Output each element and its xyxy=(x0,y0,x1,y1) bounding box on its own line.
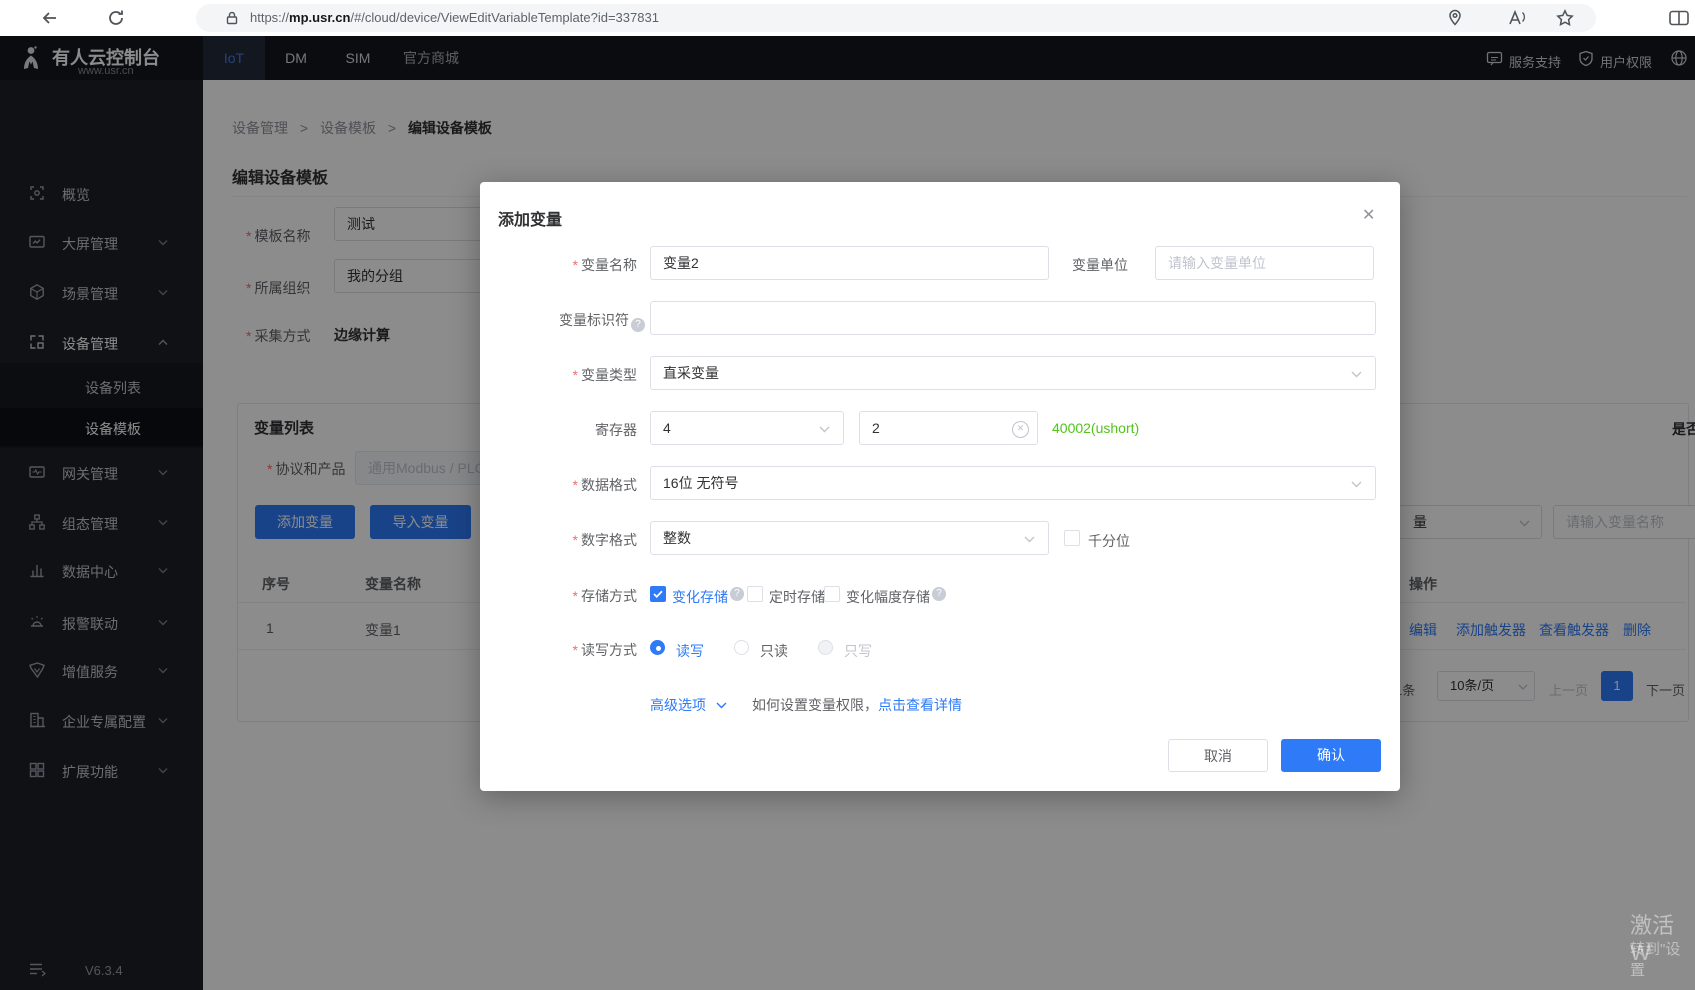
browser-chrome: https://mp.usr.cn/#/cloud/device/ViewEdi… xyxy=(0,0,1695,36)
change-storage-label[interactable]: 变化存储 xyxy=(672,587,728,607)
readonly-radio[interactable] xyxy=(734,640,749,655)
variable-unit-label: 变量单位 xyxy=(1031,255,1128,275)
register-area-select[interactable]: 4 xyxy=(650,411,844,445)
dialog-title: 添加变量 xyxy=(498,206,562,230)
chevron-down-icon xyxy=(819,426,830,433)
amplitude-storage-label[interactable]: 变化幅度存储 xyxy=(846,587,930,607)
windows-activation-watermark-line2: 转到"设置 xyxy=(1630,938,1695,980)
split-screen-icon[interactable] xyxy=(1668,8,1690,28)
data-format-select[interactable]: 16位 无符号 xyxy=(650,466,1376,500)
favorite-star-icon[interactable] xyxy=(1555,8,1575,28)
register-hint: 40002(ushort) xyxy=(1052,420,1139,436)
url-path: /#/cloud/device/ViewEditVariableTemplate… xyxy=(350,10,658,25)
cancel-button[interactable]: 取消 xyxy=(1168,739,1268,772)
variable-name-label: *变量名称 xyxy=(497,255,637,275)
register-label: 寄存器 xyxy=(497,420,637,440)
writeonly-option-label: 只写 xyxy=(844,641,872,661)
chevron-down-icon xyxy=(716,702,727,709)
confirm-button[interactable]: 确认 xyxy=(1281,739,1381,772)
clear-icon[interactable]: ✕ xyxy=(1012,421,1029,438)
register-address-input[interactable]: 2 ✕ xyxy=(859,411,1038,445)
help-icon[interactable]: ? xyxy=(932,587,946,601)
variable-name-input[interactable]: 变量2 xyxy=(650,246,1049,280)
screen: https://mp.usr.cn/#/cloud/device/ViewEdi… xyxy=(0,0,1695,990)
readwrite-option-label[interactable]: 读写 xyxy=(676,641,704,661)
number-format-select[interactable]: 整数 xyxy=(650,521,1049,555)
change-storage-checkbox[interactable] xyxy=(650,586,666,602)
amplitude-storage-checkbox[interactable] xyxy=(824,586,840,602)
storage-label: *存储方式 xyxy=(497,586,637,606)
variable-type-label: *变量类型 xyxy=(497,365,637,385)
writeonly-radio xyxy=(818,640,833,655)
refresh-icon[interactable] xyxy=(106,8,126,28)
advanced-options-toggle[interactable]: 高级选项 xyxy=(650,695,727,715)
variable-unit-input[interactable]: 请输入变量单位 xyxy=(1155,246,1374,280)
chevron-down-icon xyxy=(1351,481,1362,488)
read-aloud-icon[interactable] xyxy=(1506,8,1528,28)
thousands-label: 千分位 xyxy=(1088,531,1130,551)
thousands-checkbox[interactable] xyxy=(1064,530,1080,546)
permission-hint: 如何设置变量权限，点击查看详情 xyxy=(752,695,962,715)
readonly-option-label[interactable]: 只读 xyxy=(760,641,788,661)
readwrite-label: *读写方式 xyxy=(497,640,637,660)
location-pin-icon[interactable] xyxy=(1445,8,1465,28)
url-host: mp.usr.cn xyxy=(289,10,350,25)
close-icon[interactable]: ✕ xyxy=(1362,205,1375,225)
help-icon[interactable]: ? xyxy=(631,318,645,332)
readwrite-radio[interactable] xyxy=(650,640,665,655)
url-text[interactable]: https://mp.usr.cn/#/cloud/device/ViewEdi… xyxy=(250,10,659,25)
help-icon[interactable]: ? xyxy=(730,587,744,601)
number-format-label: *数字格式 xyxy=(497,530,637,550)
url-scheme: https:// xyxy=(250,10,289,25)
lock-icon xyxy=(224,10,240,26)
back-icon[interactable] xyxy=(40,8,60,28)
timed-storage-checkbox[interactable] xyxy=(747,586,763,602)
timed-storage-label[interactable]: 定时存储 xyxy=(769,587,825,607)
chevron-down-icon xyxy=(1351,371,1362,378)
data-format-label: *数据格式 xyxy=(497,475,637,495)
variable-identifier-label: 变量标识符? xyxy=(497,310,645,332)
view-details-link[interactable]: 点击查看详情 xyxy=(878,697,962,713)
add-variable-dialog: 添加变量 ✕ *变量名称 变量2 变量单位 请输入变量单位 变量标识符? *变量… xyxy=(480,182,1400,791)
chevron-down-icon xyxy=(1024,536,1035,543)
variable-type-select[interactable]: 直采变量 xyxy=(650,356,1376,390)
variable-identifier-input[interactable] xyxy=(650,301,1376,335)
